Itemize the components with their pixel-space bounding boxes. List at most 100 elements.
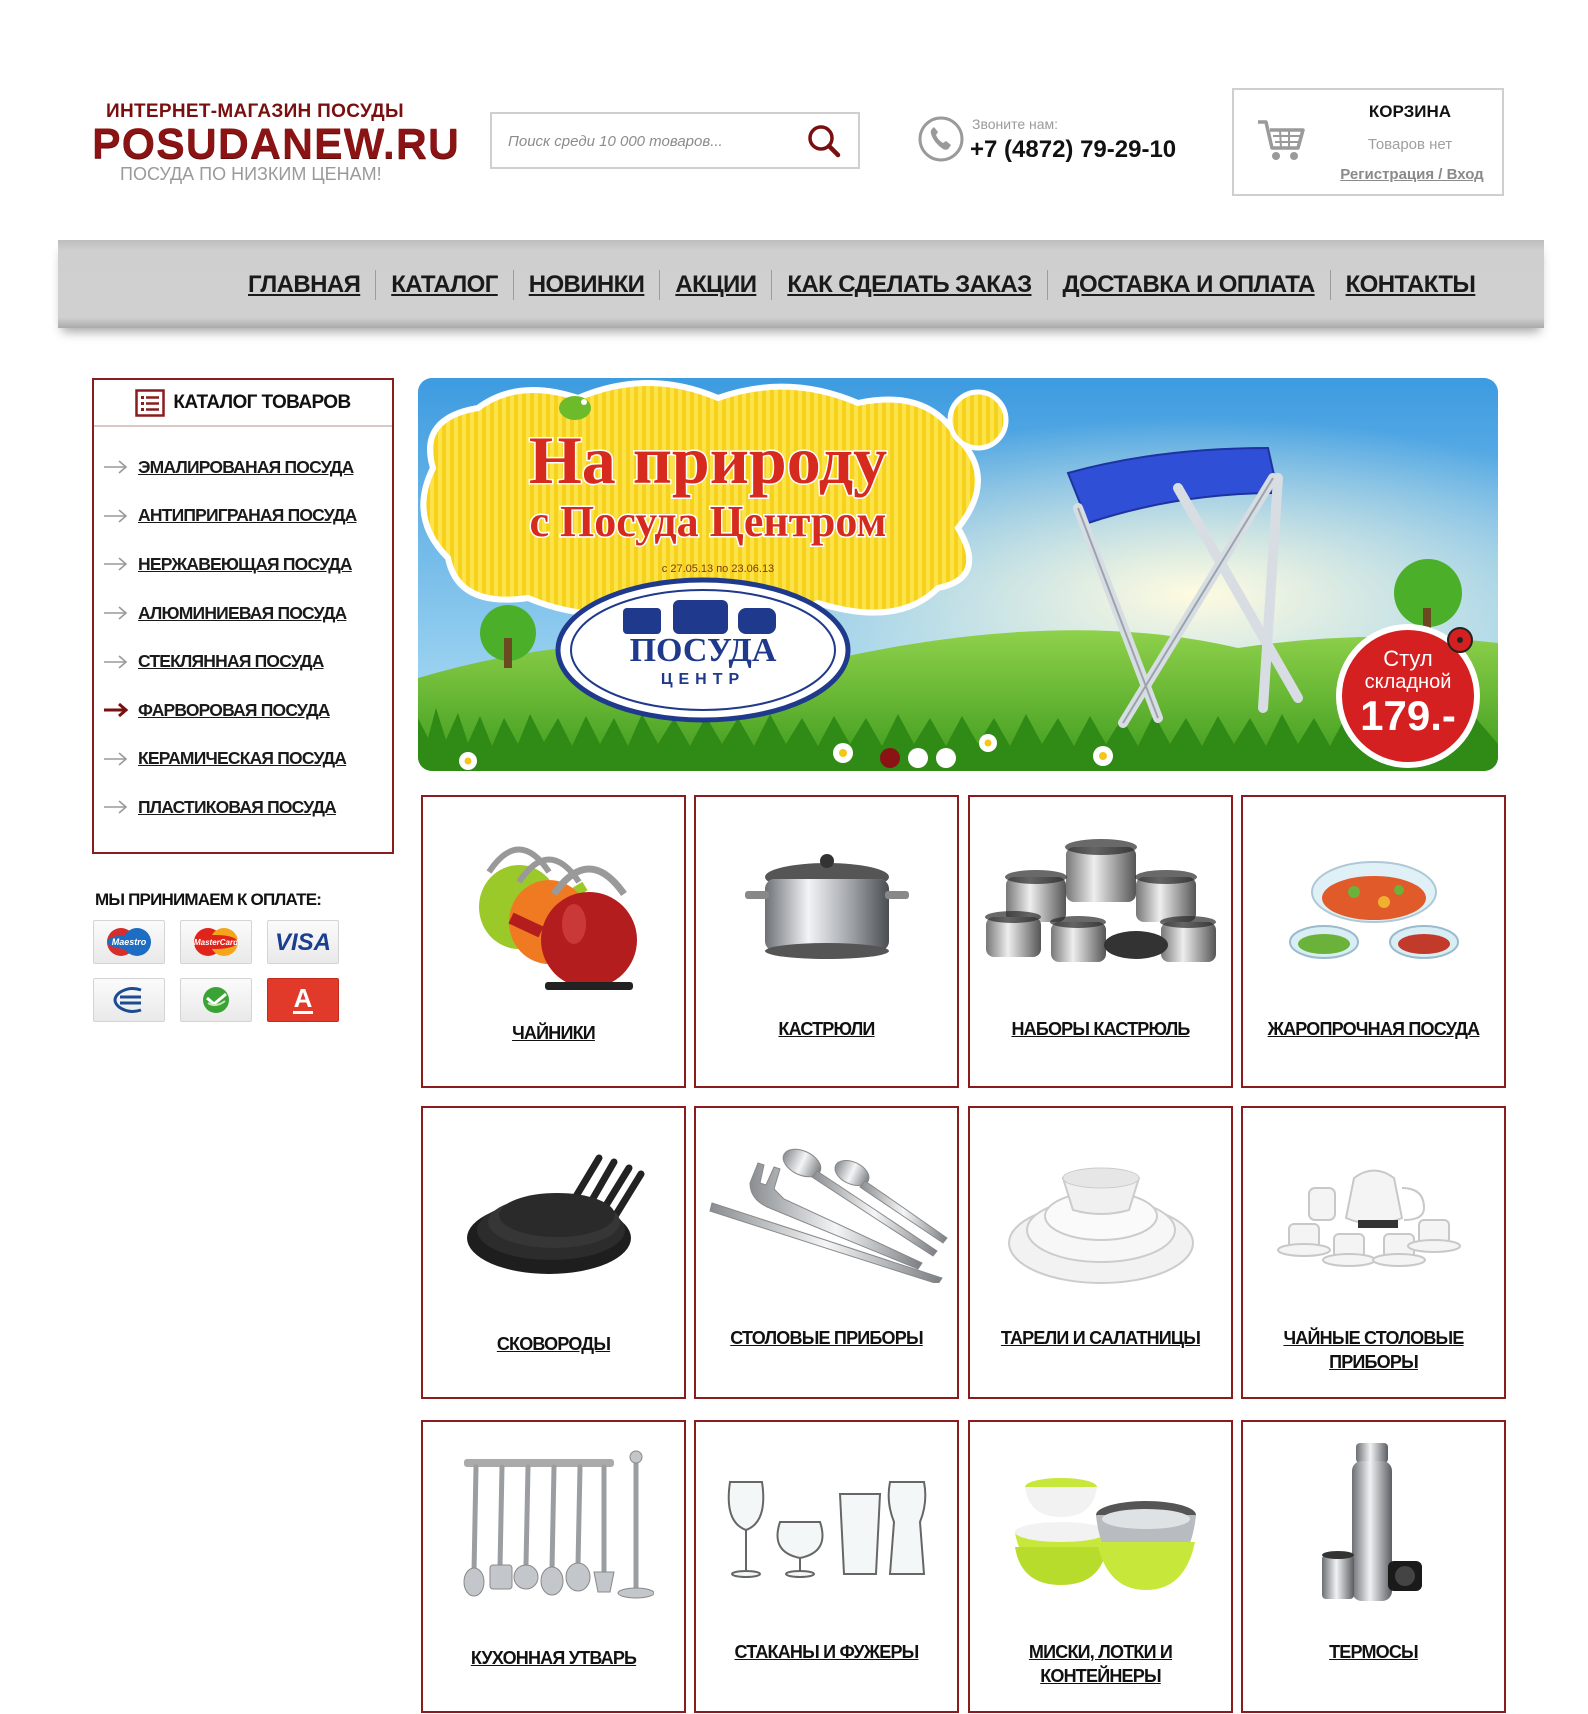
register-login-link[interactable]: Регистрация / Вход [1326, 166, 1498, 183]
slider-dots [880, 748, 956, 768]
slider-dot-1[interactable] [880, 748, 900, 768]
category-card[interactable]: СТАКАНЫ И ФУЖЕРЫ [694, 1420, 959, 1713]
svg-text:с Посуда Центром: с Посуда Центром [529, 497, 886, 546]
search-box [490, 112, 860, 169]
category-card[interactable]: МИСКИ, ЛОТКИ И КОНТЕЙНЕРЫ [968, 1420, 1233, 1713]
catalog-item[interactable]: АЛЮМИНИЕВАЯ ПОСУДА [94, 589, 392, 638]
cart-widget[interactable]: КОРЗИНА Товаров нет Регистрация / Вход [1232, 88, 1504, 196]
alfabank-icon: А [267, 978, 339, 1022]
nav-sales[interactable]: АКЦИИ [675, 271, 757, 299]
search-input[interactable] [508, 128, 788, 154]
svg-text:ЦЕНТР: ЦЕНТР [661, 671, 745, 688]
cutlery-icon[interactable] [696, 1122, 957, 1304]
category-label[interactable]: ТАРЕЛИ И САЛАТНИЦЫ [978, 1326, 1223, 1350]
shopping-cart-icon [1258, 120, 1305, 160]
category-label[interactable]: СКОВОРОДЫ [431, 1332, 676, 1356]
category-card[interactable]: КАСТРЮЛИ [694, 795, 959, 1088]
catalog-header: КАТАЛОГ ТОВАРОВ [94, 380, 392, 427]
category-label[interactable]: НАБОРЫ КАСТРЮЛЬ [978, 1017, 1223, 1041]
catalog-item-link[interactable]: СТЕКЛЯННАЯ ПОСУДА [138, 651, 324, 672]
glass-dish-icon[interactable] [1243, 811, 1504, 993]
nav-delivery-payment[interactable]: ДОСТАВКА И ОПЛАТА [1063, 271, 1316, 299]
mastercard-icon: MasterCard [180, 920, 252, 964]
nav-new[interactable]: НОВИНКИ [529, 271, 645, 299]
category-label[interactable]: ЧАЙНИКИ [431, 1021, 676, 1045]
catalog-item-link[interactable]: КЕРАМИЧЕСКАЯ ПОСУДА [138, 748, 347, 769]
category-label[interactable]: ТЕРМОСЫ [1251, 1640, 1496, 1664]
slider-dot-3[interactable] [936, 748, 956, 768]
svg-text:А: А [294, 983, 313, 1013]
sberbank-icon [93, 978, 165, 1022]
catalog-item[interactable]: СТЕКЛЯННАЯ ПОСУДА [94, 637, 392, 686]
category-label[interactable]: СТАКАНЫ И ФУЖЕРЫ [704, 1640, 949, 1664]
svg-text:MasterCard: MasterCard [194, 938, 239, 947]
maestro-card-icon: Maestro [93, 920, 165, 964]
glasses-icon[interactable] [696, 1436, 957, 1618]
sberbank-green-icon [180, 978, 252, 1022]
catalog-item-link[interactable]: ФАРВОРОВАЯ ПОСУДА [138, 700, 330, 721]
catalog-item[interactable]: КЕРАМИЧЕСКАЯ ПОСУДА [94, 735, 392, 784]
category-card[interactable]: ЧАЙНИКИ [421, 795, 686, 1088]
category-label[interactable]: СТОЛОВЫЕ ПРИБОРЫ [704, 1326, 949, 1350]
catalog-item[interactable]: НЕРЖАВЕЮЩАЯ ПОСУДА [94, 540, 392, 589]
kitchen-utensils-icon[interactable] [423, 1436, 684, 1618]
catalog-item[interactable]: ФАРВОРОВАЯ ПОСУДА [94, 686, 392, 735]
cart-title: КОРЗИНА [1368, 102, 1452, 121]
kettle-icon[interactable] [423, 811, 684, 993]
category-label[interactable]: КАСТРЮЛИ [704, 1017, 949, 1041]
catalog-sidebar: КАТАЛОГ ТОВАРОВ ЭМАЛИРОВАНАЯ ПОСУДА АНТИП… [92, 378, 394, 854]
nav-how-to-order[interactable]: КАК СДЕЛАТЬ ЗАКАЗ [787, 271, 1032, 299]
category-card[interactable]: СТОЛОВЫЕ ПРИБОРЫ [694, 1106, 959, 1399]
catalog-item-link[interactable]: НЕРЖАВЕЮЩАЯ ПОСУДА [138, 554, 353, 575]
pot-icon[interactable] [696, 811, 957, 993]
arrow-right-icon [104, 509, 128, 523]
list-icon [135, 388, 166, 417]
arrow-right-icon [104, 557, 128, 572]
catalog-item[interactable]: АНТИПРИГРАНАЯ ПОСУДА [94, 492, 392, 541]
cart-status: Товаров нет [1367, 136, 1453, 153]
nav-catalog[interactable]: КАТАЛОГ [391, 271, 498, 299]
nav-contacts[interactable]: КОНТАКТЫ [1346, 271, 1476, 299]
arrow-right-icon [104, 655, 128, 669]
thermos-icon[interactable] [1243, 1436, 1504, 1618]
svg-text:Maestro: Maestro [112, 937, 147, 947]
phone-block: Звоните нам: +7 (4872) 79-29-10 [918, 112, 1178, 172]
site-logo[interactable]: ИНТЕРНЕТ-МАГАЗИН ПОСУДЫ POSUDANEW.RU ПОС… [92, 98, 459, 193]
arrow-right-icon [104, 752, 128, 766]
catalog-item[interactable]: ЭМАЛИРОВАНАЯ ПОСУДА [94, 443, 392, 492]
catalog-item-link[interactable]: АНТИПРИГРАНАЯ ПОСУДА [138, 505, 357, 526]
svg-text:Стул: Стул [1383, 646, 1433, 671]
logo-text: POSUDANEW.RU [92, 120, 460, 168]
svg-text:с 27.05.13 по 23.06.13: с 27.05.13 по 23.06.13 [662, 563, 774, 575]
category-card[interactable]: КУХОННАЯ УТВАРЬ [421, 1420, 686, 1713]
payment-title: МЫ ПРИНИМАЕМ К ОПЛАТЕ: [95, 890, 322, 909]
category-card[interactable]: ТЕРМОСЫ [1241, 1420, 1506, 1713]
catalog-item-link[interactable]: АЛЮМИНИЕВАЯ ПОСУДА [138, 603, 347, 624]
tea-set-icon[interactable] [1243, 1122, 1504, 1304]
arrow-right-icon [104, 800, 128, 815]
phone-number[interactable]: +7 (4872) 79-29-10 [970, 136, 1176, 164]
frying-pan-icon[interactable] [423, 1122, 684, 1304]
category-label[interactable]: КУХОННАЯ УТВАРЬ [431, 1646, 676, 1670]
category-card[interactable]: ЧАЙНЫЕ СТОЛОВЫЕ ПРИБОРЫ [1241, 1106, 1506, 1399]
search-icon [808, 125, 841, 158]
category-card[interactable]: СКОВОРОДЫ [421, 1106, 686, 1399]
catalog-item-link[interactable]: ЭМАЛИРОВАНАЯ ПОСУДА [138, 457, 354, 478]
category-card[interactable]: ЖАРОПРОЧНАЯ ПОСУДА [1241, 795, 1506, 1088]
bowls-icon[interactable] [970, 1436, 1231, 1618]
banner-image: На природу с Посуда Центром с 27.05.13 п… [418, 378, 1498, 771]
arrow-right-icon [104, 703, 129, 718]
category-card[interactable]: ТАРЕЛИ И САЛАТНИЦЫ [968, 1106, 1233, 1399]
nav-home[interactable]: ГЛАВНАЯ [248, 271, 361, 299]
catalog-item-link[interactable]: ПЛАСТИКОВАЯ ПОСУДА [138, 797, 337, 818]
plates-icon[interactable] [970, 1122, 1231, 1304]
category-card[interactable]: НАБОРЫ КАСТРЮЛЬ [968, 795, 1233, 1088]
category-label[interactable]: ЧАЙНЫЕ СТОЛОВЫЕ ПРИБОРЫ [1251, 1326, 1496, 1374]
catalog-item[interactable]: ПЛАСТИКОВАЯ ПОСУДА [94, 783, 392, 832]
slider-dot-2[interactable] [908, 748, 928, 768]
pot-set-icon[interactable] [970, 811, 1231, 993]
search-button[interactable] [804, 122, 844, 160]
category-label[interactable]: МИСКИ, ЛОТКИ И КОНТЕЙНЕРЫ [978, 1640, 1223, 1688]
promo-banner[interactable]: На природу с Посуда Центром с 27.05.13 п… [418, 378, 1498, 771]
category-label[interactable]: ЖАРОПРОЧНАЯ ПОСУДА [1251, 1017, 1496, 1041]
